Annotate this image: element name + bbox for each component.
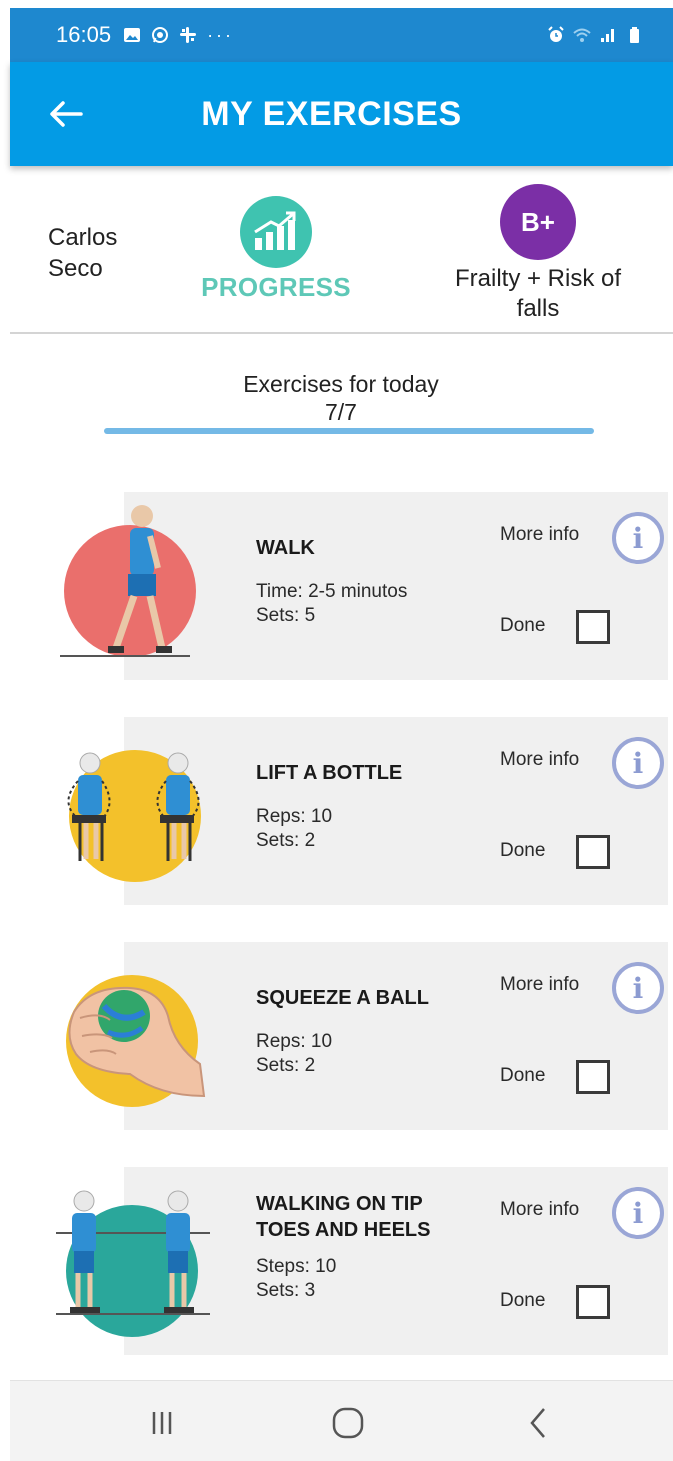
exercise-title: WALKING ON TIP	[256, 1193, 423, 1215]
back-button[interactable]	[44, 92, 88, 136]
done-checkbox[interactable]	[576, 835, 610, 869]
more-dots-icon: ···	[207, 24, 235, 45]
progress-label: PROGRESS	[201, 272, 351, 302]
exercise-illustration	[50, 946, 220, 1116]
exercise-title: WALK	[256, 537, 315, 559]
signal-icon	[601, 29, 614, 42]
exercise-detail-sets: Sets: 3	[256, 1280, 316, 1301]
recent-apps-button[interactable]	[132, 1401, 192, 1445]
done-checkbox[interactable]	[576, 1060, 610, 1094]
hand-squeezing-ball-icon	[66, 975, 206, 1107]
system-nav-bar	[10, 1380, 673, 1461]
done-label: Done	[500, 1290, 546, 1311]
grade-badge: B+	[500, 184, 576, 260]
user-name: Carlos Seco	[48, 224, 118, 282]
exercise-illustration	[50, 1171, 220, 1341]
info-button[interactable]: i	[612, 962, 664, 1014]
recent-apps-icon	[152, 1412, 172, 1434]
profile-header: Carlos Seco PROGRESS B+ Frailty + Risk o…	[10, 166, 673, 334]
info-button[interactable]: i	[612, 1187, 664, 1239]
more-info-label[interactable]: More info	[500, 974, 579, 996]
exercises-today-summary: Exercises for today 7/7	[96, 370, 586, 426]
exercise-title: LIFT A BOTTLE	[256, 762, 403, 784]
status-system-icons	[547, 26, 643, 44]
back-nav-icon	[530, 1408, 545, 1438]
done-label: Done	[500, 1065, 546, 1086]
more-info-label[interactable]: More info	[500, 524, 579, 546]
info-button[interactable]: i	[612, 737, 664, 789]
page-title: MY EXERCISES	[201, 94, 462, 133]
exercise-illustration	[50, 721, 220, 891]
home-icon	[332, 1407, 364, 1439]
exercise-detail-sets: Sets: 2	[256, 830, 316, 851]
exercise-detail-primary: Reps: 10	[256, 806, 333, 827]
info-icon: i	[632, 1196, 644, 1230]
battery-icon	[630, 27, 639, 43]
exercise-illustration	[50, 496, 220, 666]
exercise-detail-sets: Sets: 2	[256, 1055, 316, 1076]
exercise-title: SQUEEZE A BALL	[256, 987, 429, 1009]
info-icon: i	[632, 521, 644, 555]
walking-person-icon	[60, 505, 196, 657]
gallery-icon	[124, 28, 141, 42]
exercises-progress-bar	[104, 428, 594, 434]
progress-chart-icon	[240, 196, 312, 268]
wifi-icon	[573, 28, 591, 42]
exercises-today-title: Exercises for today	[243, 371, 439, 397]
more-info-label[interactable]: More info	[500, 749, 579, 771]
back-nav-button[interactable]	[508, 1401, 568, 1445]
more-info-label[interactable]: More info	[500, 1199, 579, 1221]
info-icon: i	[632, 971, 644, 1005]
exercise-detail-sets: Sets: 5	[256, 605, 316, 626]
exercise-detail-primary: Reps: 10	[256, 1031, 333, 1052]
info-button[interactable]: i	[612, 512, 664, 564]
exercise-title-line2: TOES AND HEELS	[256, 1219, 431, 1241]
tiptoe-heel-walk-icon	[56, 1190, 210, 1337]
status-bar: 16:05 ···	[10, 8, 673, 62]
status-time: 16:05	[56, 22, 112, 47]
seated-arm-lift-icon	[67, 750, 201, 882]
whatsapp-icon	[152, 27, 169, 43]
arrow-left-icon	[50, 101, 83, 127]
exercises-today-count: 7/7	[325, 399, 357, 425]
frailty-grade: B+ Frailty + Risk of falls	[438, 184, 638, 324]
slack-icon	[180, 27, 197, 43]
done-label: Done	[500, 840, 546, 861]
app-bar: MY EXERCISES	[10, 62, 673, 166]
alarm-icon	[548, 26, 564, 42]
home-button[interactable]	[318, 1401, 378, 1445]
exercise-detail-primary: Steps: 10	[256, 1256, 337, 1277]
frailty-profile-label: Frailty + Risk of falls	[454, 265, 622, 322]
status-notification-icons: ···	[123, 25, 234, 46]
done-label: Done	[500, 615, 546, 636]
exercise-detail-primary: Time: 2-5 minutos	[256, 581, 408, 602]
info-icon: i	[632, 746, 644, 780]
done-checkbox[interactable]	[576, 1285, 610, 1319]
done-checkbox[interactable]	[576, 610, 610, 644]
progress-button[interactable]: PROGRESS	[196, 196, 356, 303]
